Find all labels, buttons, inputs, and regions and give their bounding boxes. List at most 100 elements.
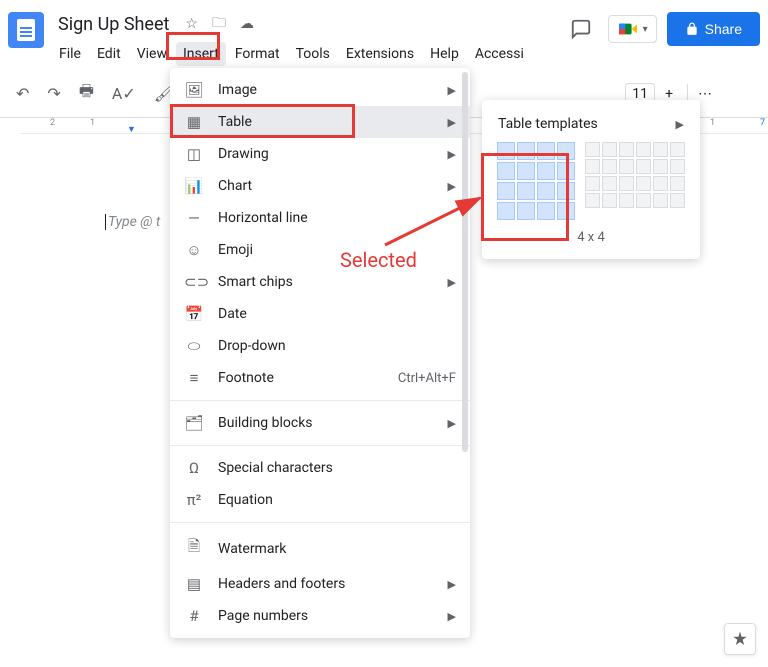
menu-file[interactable]: File [52,42,88,66]
menu-format[interactable]: Format [228,42,287,66]
grid-cell[interactable] [497,202,515,220]
redo-button[interactable]: ↷ [39,78,68,109]
grid-cell[interactable] [670,176,685,191]
grid-cell[interactable] [670,193,685,208]
menu-item-page-numbers[interactable]: #Page numbers▶ [170,600,470,632]
equation-icon: π² [184,491,204,509]
grid-cell[interactable] [653,159,668,174]
menu-item-equation[interactable]: π²Equation [170,484,470,516]
grid-cell[interactable] [557,182,575,200]
grid-cell[interactable] [517,182,535,200]
grid-cell[interactable] [537,202,555,220]
grid-cell[interactable] [636,176,651,191]
grid-cell[interactable] [585,193,600,208]
grid-cell[interactable] [557,142,575,160]
grid-cell[interactable] [497,182,515,200]
undo-button[interactable]: ↶ [8,78,37,109]
grid-cell[interactable] [537,162,555,180]
grid-cell[interactable] [585,176,600,191]
menu-item-headers-and-footers[interactable]: ▤Headers and footers▶ [170,568,470,600]
grid-cell[interactable] [653,193,668,208]
menu-item-label: Footnote [218,370,384,386]
grid-cell[interactable] [537,142,555,160]
table-size-grid-selected[interactable] [497,142,575,220]
grid-cell[interactable] [517,162,535,180]
indent-marker-icon[interactable]: ▼ [127,124,136,135]
spellcheck-button[interactable]: A✓ [104,78,144,109]
star-icon[interactable]: ☆ [181,12,202,36]
comments-icon[interactable] [564,12,598,46]
menu-item-special-characters[interactable]: ΩSpecial characters [170,452,470,484]
menu-item-footnote[interactable]: ≡FootnoteCtrl+Alt+F [170,362,470,394]
image-icon: 🖼 [184,81,204,99]
grid-cell[interactable] [619,159,634,174]
grid-cell[interactable] [670,142,685,157]
footnote-icon: ≡ [184,369,204,387]
menu-help[interactable]: Help [423,42,466,66]
document-title[interactable]: Sign Up Sheet [52,12,175,37]
ruler-mark: 7 [760,118,765,128]
grid-cell[interactable] [636,193,651,208]
grid-cell[interactable] [517,142,535,160]
menu-item-drawing[interactable]: ◫Drawing▶ [170,138,470,170]
grid-cell[interactable] [497,162,515,180]
grid-cell[interactable] [557,202,575,220]
menu-edit[interactable]: Edit [90,42,128,66]
grid-cell[interactable] [585,159,600,174]
submenu-arrow-icon: ▶ [448,84,456,97]
watermark-icon: 🗎 [184,536,204,561]
docs-logo-icon[interactable] [8,12,44,48]
menu-item-label: Special characters [218,460,456,476]
menu-view[interactable]: View [130,42,174,66]
menu-item-image[interactable]: 🖼Image▶ [170,74,470,106]
app-header: Sign Up Sheet ☆ 🗀 ☁ FileEditViewInsertFo… [0,0,768,66]
explore-button[interactable] [724,623,756,655]
ruler-mark: 1 [90,118,95,128]
grid-cell[interactable] [653,176,668,191]
menu-item-smart-chips[interactable]: ⊂⊃Smart chips▶ [170,266,470,298]
grid-cell[interactable] [619,193,634,208]
grid-cell[interactable] [636,159,651,174]
grid-cell[interactable] [670,159,685,174]
grid-cell[interactable] [619,142,634,157]
share-button[interactable]: Share [667,12,760,46]
table-size-grid[interactable] [585,142,685,220]
menu-item-drop-down[interactable]: ⬭Drop-down [170,330,470,362]
dropdown-scrollbar[interactable] [462,72,468,492]
submenu-title[interactable]: Table templates [498,116,598,132]
menu-item-building-blocks[interactable]: 🗂Building blocks▶ [170,407,470,439]
grid-cell[interactable] [619,176,634,191]
menu-extensions[interactable]: Extensions [339,42,421,66]
grid-cell[interactable] [557,162,575,180]
grid-cell[interactable] [636,142,651,157]
cloud-status-icon[interactable]: ☁ [236,12,258,36]
building-blocks-icon: 🗂 [184,414,204,432]
menu-item-date[interactable]: 📅Date [170,298,470,330]
chart-icon: 📊 [184,177,204,195]
grid-cell[interactable] [602,159,617,174]
print-button[interactable]: 🖶 [71,74,102,113]
meet-button[interactable]: ▾ [608,15,657,43]
grid-cell[interactable] [653,142,668,157]
move-icon[interactable]: 🗀 [208,8,230,40]
menu-accessi[interactable]: Accessi [468,42,531,66]
grid-cell[interactable] [517,202,535,220]
grid-cell[interactable] [585,142,600,157]
submenu-arrow-icon: ▶ [448,276,456,289]
grid-cell[interactable] [497,142,515,160]
grid-cell[interactable] [602,176,617,191]
grid-cell[interactable] [537,182,555,200]
menu-item-label: Drop-down [218,338,456,354]
table-icon: ▦ [184,113,204,131]
menu-item-watermark[interactable]: 🗎Watermark [170,529,470,568]
menu-insert[interactable]: Insert [176,42,226,66]
annotation-arrow [380,190,490,250]
insert-menu-dropdown: 🖼Image▶▦Table▶◫Drawing▶📊Chart▶—Horizonta… [170,68,470,638]
menu-item-table[interactable]: ▦Table▶ [170,106,470,138]
grid-cell[interactable] [602,193,617,208]
menu-item-label: Table [218,114,434,130]
menu-item-label: Date [218,306,456,322]
placeholder-text: Type @ t [105,214,160,230]
grid-cell[interactable] [602,142,617,157]
menu-tools[interactable]: Tools [289,42,337,66]
